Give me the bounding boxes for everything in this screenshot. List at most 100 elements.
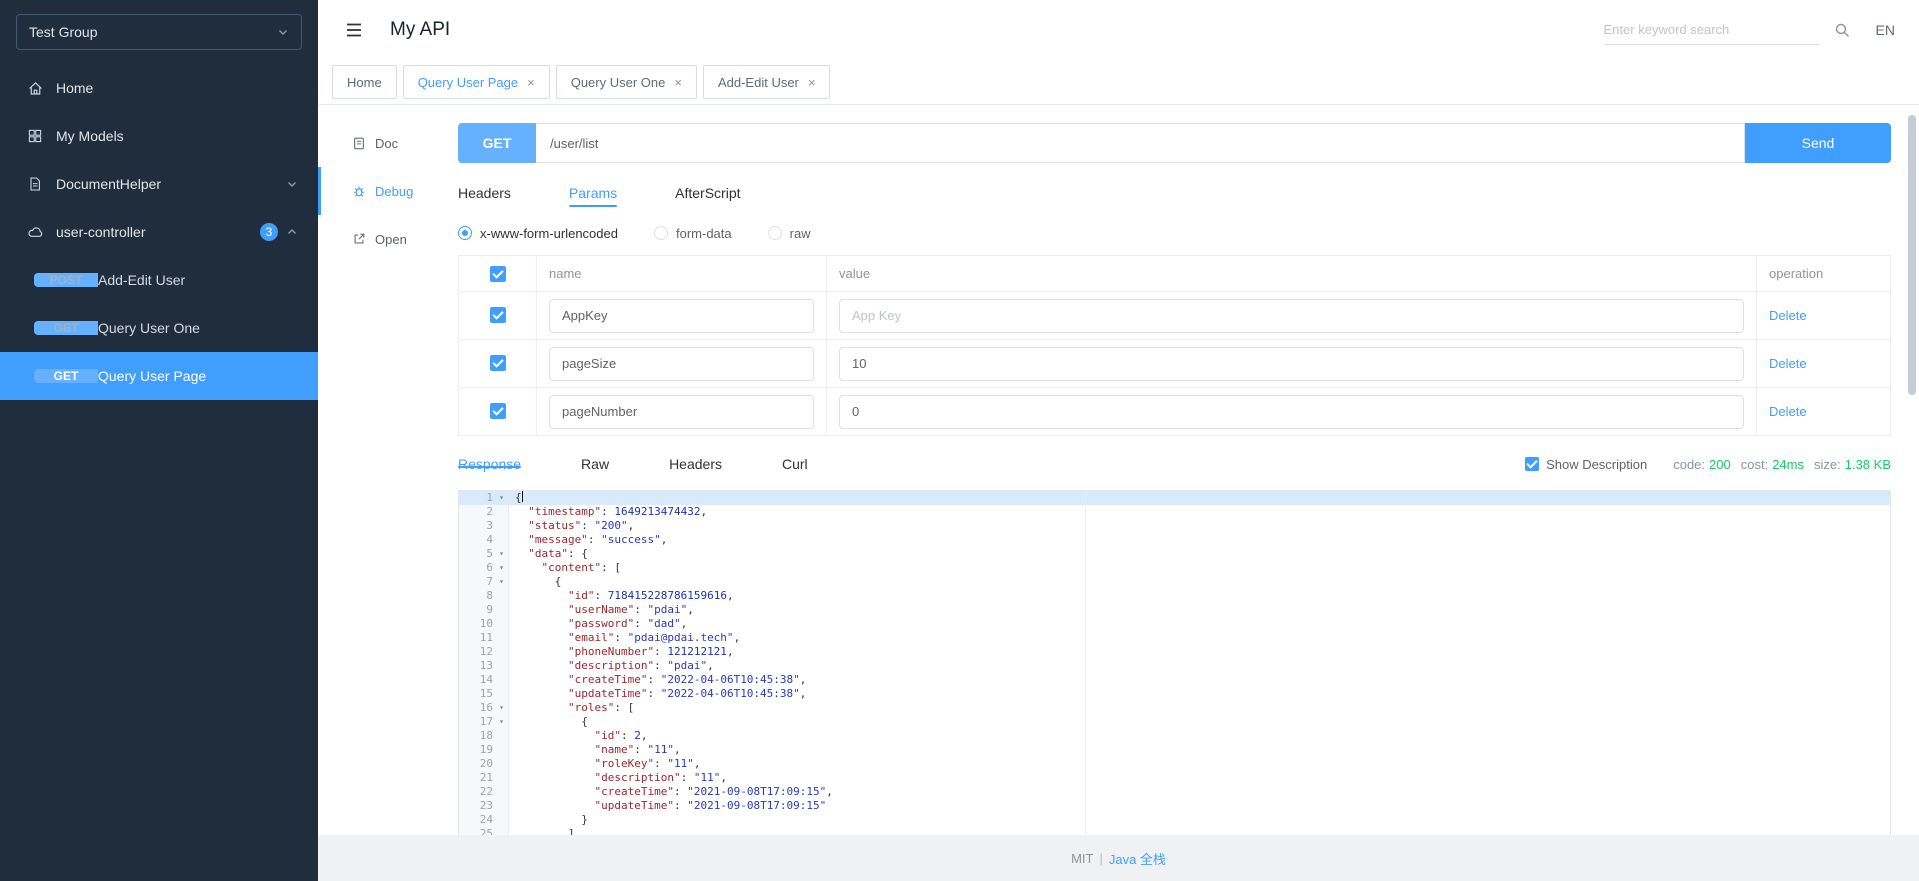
close-icon[interactable]: × xyxy=(674,76,682,89)
param-name-input[interactable] xyxy=(549,299,814,333)
param-value-input[interactable] xyxy=(839,395,1744,429)
sidebar-item-my-models[interactable]: My Models xyxy=(0,112,318,160)
sidebar-item-user-controller[interactable]: user-controller 3 xyxy=(0,208,318,256)
row-checkbox[interactable] xyxy=(490,355,506,371)
fold-icon[interactable]: ▾ xyxy=(495,575,508,589)
sidebar-item-home[interactable]: Home xyxy=(0,64,318,112)
group-select[interactable]: Test Group xyxy=(16,14,302,50)
tab-query-user-page[interactable]: Query User Page × xyxy=(403,65,550,99)
tab-params[interactable]: Params xyxy=(569,175,617,211)
side-nav-open[interactable]: Open xyxy=(318,215,458,263)
response-meta: Show Description code: 200 cost: 24ms si… xyxy=(1525,457,1891,472)
tab-label: Query User One xyxy=(571,75,666,90)
cost-value: 24ms xyxy=(1772,457,1804,472)
size-label: size: xyxy=(1814,457,1841,472)
row-checkbox[interactable] xyxy=(490,403,506,419)
license-text: MIT xyxy=(1071,851,1093,866)
gutter-line: 21 xyxy=(459,771,508,785)
line-number: 22 xyxy=(459,785,495,799)
tab-response[interactable]: Response xyxy=(458,456,521,472)
param-name-input[interactable] xyxy=(549,395,814,429)
param-value-input[interactable] xyxy=(839,299,1744,333)
cost-label: cost: xyxy=(1741,457,1768,472)
controller-icon xyxy=(26,224,44,241)
show-description-checkbox[interactable]: Show Description xyxy=(1525,457,1647,472)
tab-curl[interactable]: Curl xyxy=(782,456,808,472)
select-all-checkbox[interactable] xyxy=(490,266,506,282)
tab-resp-headers[interactable]: Headers xyxy=(669,456,722,472)
radio-form-data[interactable]: form-data xyxy=(654,226,732,241)
fold-icon[interactable]: ▾ xyxy=(495,701,508,715)
chevron-down-icon xyxy=(286,178,298,190)
send-button[interactable]: Send xyxy=(1745,123,1891,163)
sidebar-subitem-query-user-page[interactable]: GET Query User Page xyxy=(0,352,318,400)
tab-raw[interactable]: Raw xyxy=(581,456,609,472)
line-number: 25 xyxy=(459,827,495,835)
sidebar-item-label: DocumentHelper xyxy=(56,176,286,192)
url-input[interactable] xyxy=(536,123,1745,163)
code-line: "content": [ xyxy=(515,561,1890,575)
sidebar-subitem-add-edit-user[interactable]: POST Add-Edit User xyxy=(0,256,318,304)
search-input[interactable] xyxy=(1604,22,1820,37)
radio-label: form-data xyxy=(676,226,732,241)
scrollbar-thumb[interactable] xyxy=(1908,115,1916,395)
tab-afterscript[interactable]: AfterScript xyxy=(675,175,740,211)
radio-icon xyxy=(768,226,782,240)
gutter-line: 11 xyxy=(459,631,508,645)
param-value-input[interactable] xyxy=(839,347,1744,381)
language-toggle[interactable]: EN xyxy=(1876,22,1895,38)
tab-label: Query User Page xyxy=(418,75,518,90)
close-icon[interactable]: × xyxy=(808,76,816,89)
param-name-input[interactable] xyxy=(549,347,814,381)
delete-link[interactable]: Delete xyxy=(1769,308,1807,323)
sidebar-subitem-label: Query User One xyxy=(98,320,200,336)
footer-link[interactable]: Java 全栈 xyxy=(1109,849,1166,868)
param-row: Delete xyxy=(459,340,1891,388)
response-code-editor[interactable]: 1▾2345▾6▾7▾8910111213141516▾17▾181920212… xyxy=(458,490,1891,835)
row-checkbox[interactable] xyxy=(490,307,506,323)
method-select[interactable]: GET xyxy=(458,123,536,163)
sidebar-menu: Home My Models DocumentHelper xyxy=(0,64,318,400)
column-header-name: name xyxy=(537,256,827,292)
delete-link[interactable]: Delete xyxy=(1769,356,1807,371)
tab-query-user-one[interactable]: Query User One × xyxy=(556,65,697,99)
line-number: 14 xyxy=(459,673,495,687)
line-number: 15 xyxy=(459,687,495,701)
line-number: 2 xyxy=(459,505,495,519)
home-icon xyxy=(26,80,44,97)
tab-home[interactable]: Home xyxy=(332,65,397,99)
fold-icon[interactable]: ▾ xyxy=(495,547,508,561)
line-number: 6 xyxy=(459,561,495,575)
text-cursor xyxy=(522,491,523,502)
chevron-down-icon xyxy=(277,26,289,38)
tab-label: AfterScript xyxy=(675,185,740,201)
code-line: "message": "success", xyxy=(515,533,1890,547)
side-nav-debug[interactable]: Debug xyxy=(318,167,458,215)
side-nav-label: Doc xyxy=(375,136,398,151)
code-line: "roleKey": "11", xyxy=(515,757,1890,771)
chevron-up-icon xyxy=(286,226,298,238)
sidebar-item-documenthelper[interactable]: DocumentHelper xyxy=(0,160,318,208)
gutter-line: 19 xyxy=(459,743,508,757)
radio-raw[interactable]: raw xyxy=(768,226,811,241)
line-number: 13 xyxy=(459,659,495,673)
fold-icon[interactable]: ▾ xyxy=(495,715,508,729)
collapse-menu-icon[interactable] xyxy=(344,20,364,40)
gutter-line: 22 xyxy=(459,785,508,799)
fold-icon[interactable]: ▾ xyxy=(495,561,508,575)
tab-headers[interactable]: Headers xyxy=(458,175,511,211)
side-nav-doc[interactable]: Doc xyxy=(318,119,458,167)
sidebar-subitem-query-user-one[interactable]: GET Query User One xyxy=(0,304,318,352)
tab-label: Params xyxy=(569,185,617,201)
search-icon[interactable] xyxy=(1834,22,1850,38)
editor-lines: { "timestamp": 1649213474432, "status": … xyxy=(509,491,1890,835)
tab-add-edit-user[interactable]: Add-Edit User × xyxy=(703,65,831,99)
gutter-line: 13 xyxy=(459,659,508,673)
vertical-scrollbar[interactable] xyxy=(1908,109,1916,831)
radio-x-www-form-urlencoded[interactable]: x-www-form-urlencoded xyxy=(458,226,618,241)
delete-link[interactable]: Delete xyxy=(1769,404,1807,419)
close-icon[interactable]: × xyxy=(527,76,535,89)
api-side-nav: Doc Debug Open xyxy=(318,105,458,835)
code-line: "roles": [ xyxy=(515,701,1890,715)
fold-icon[interactable]: ▾ xyxy=(495,491,508,505)
